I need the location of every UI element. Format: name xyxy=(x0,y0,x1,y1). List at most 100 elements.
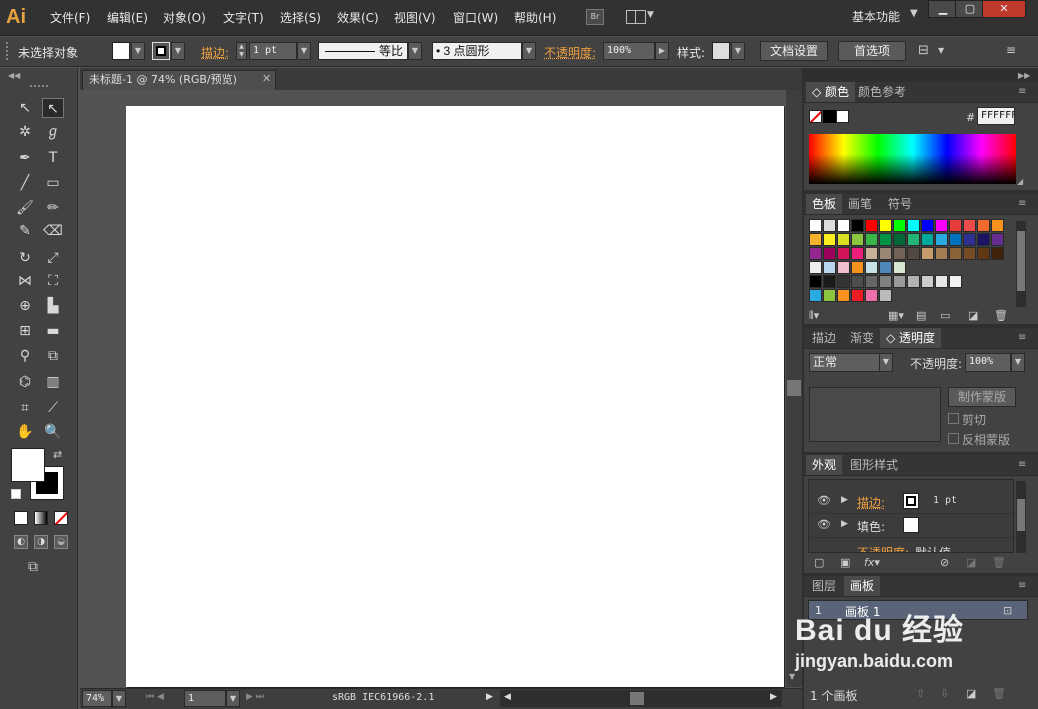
vertical-scrollbar[interactable]: ▼ xyxy=(786,90,802,687)
stroke-profile-dropdown-icon[interactable]: ▼ xyxy=(408,42,422,60)
color-swatch[interactable] xyxy=(823,275,836,288)
tab-artboards[interactable]: 画板 xyxy=(844,576,881,596)
appearance-stroke-swatch[interactable] xyxy=(903,493,919,509)
color-swatch[interactable] xyxy=(823,261,836,274)
tools-grip[interactable] xyxy=(30,85,48,88)
new-color-group-icon[interactable]: ▭ xyxy=(940,309,950,322)
swatch-library-icon[interactable]: ⫴▾ xyxy=(809,309,819,323)
color-swatch[interactable] xyxy=(851,289,864,302)
document-tab[interactable]: 未标题-1 @ 74% (RGB/预览) xyxy=(82,70,276,90)
brush-select[interactable]: • 3 点圆形 xyxy=(432,42,522,60)
artboard-page-dropdown-icon[interactable]: ▼ xyxy=(226,690,240,707)
appearance-panel-menu-icon[interactable]: ≡ xyxy=(1018,459,1026,470)
paintbrush-tool-icon[interactable]: 🖌 xyxy=(14,198,36,218)
swatch-none-icon[interactable] xyxy=(809,219,822,232)
eraser-tool-icon[interactable]: ⌫ xyxy=(42,221,64,241)
stroke-dropdown-icon[interactable]: ▼ xyxy=(171,42,185,60)
fill-color-front[interactable] xyxy=(11,448,45,482)
align-chevron-icon[interactable]: ▼ xyxy=(938,46,944,55)
graphic-style-dropdown-icon[interactable]: ▼ xyxy=(731,42,745,60)
slice-tool-icon[interactable]: ⟋ xyxy=(42,398,64,418)
draw-normal-icon[interactable]: ◐ xyxy=(14,535,28,549)
fill-swatch[interactable] xyxy=(112,42,130,60)
color-swatch[interactable] xyxy=(809,275,822,288)
stroke-link[interactable]: 描边: xyxy=(201,44,229,61)
color-swatch[interactable] xyxy=(907,275,920,288)
draw-behind-icon[interactable]: ◑ xyxy=(34,535,48,549)
color-swatch[interactable] xyxy=(837,261,850,274)
zoom-field[interactable]: 74% xyxy=(82,690,112,707)
color-swatch[interactable] xyxy=(949,233,962,246)
swatch-white-icon[interactable] xyxy=(837,219,850,232)
tab-appearance[interactable]: 外观 xyxy=(806,455,843,475)
width-tool-icon[interactable]: ⋈ xyxy=(14,271,36,291)
scale-tool-icon[interactable]: ⤢ xyxy=(42,248,64,268)
blob-brush-tool-icon[interactable]: ✎ xyxy=(14,221,36,241)
color-swatch[interactable] xyxy=(963,233,976,246)
color-swatch[interactable] xyxy=(823,289,836,302)
color-swatch[interactable] xyxy=(865,233,878,246)
stroke-weight-dropdown-icon[interactable]: ▼ xyxy=(297,42,311,60)
visibility-eye-icon[interactable]: 👁 xyxy=(817,494,831,507)
tab-graphic-styles[interactable]: 图形样式 xyxy=(844,455,904,475)
status-menu-icon[interactable]: ▶ xyxy=(486,692,493,702)
scroll-right-icon[interactable]: ▶ xyxy=(770,692,777,702)
hex-field[interactable]: FFFFFF xyxy=(977,107,1015,125)
opacity-dropdown-icon[interactable]: ▶ xyxy=(655,42,669,60)
color-swatch[interactable] xyxy=(865,219,878,232)
delete-artboard-icon[interactable]: 🗑 xyxy=(992,687,1006,700)
appearance-fill-swatch[interactable] xyxy=(903,517,919,533)
color-swatch[interactable] xyxy=(851,247,864,260)
color-swatch[interactable] xyxy=(949,219,962,232)
color-swatch[interactable] xyxy=(879,247,892,260)
expand-arrow-icon[interactable]: ▶ xyxy=(841,495,848,505)
menu-file[interactable]: 文件(F) xyxy=(50,9,90,26)
blend-mode-select[interactable]: 正常 xyxy=(809,353,881,372)
show-swatch-kinds-icon[interactable]: ▦▾ xyxy=(888,309,904,322)
color-swatch[interactable] xyxy=(991,219,1004,232)
appearance-opacity-link[interactable]: 不透明度: xyxy=(857,544,909,552)
add-stroke-icon[interactable]: ▢ xyxy=(814,556,824,569)
color-swatch[interactable] xyxy=(879,233,892,246)
add-fill-icon[interactable]: ▣ xyxy=(840,556,850,569)
make-mask-button[interactable]: 制作蒙版 xyxy=(948,387,1016,407)
hand-tool-icon[interactable]: ✋ xyxy=(14,422,36,442)
last-artboard-icon[interactable]: ▶ ⏭ xyxy=(246,692,264,702)
color-swatch[interactable] xyxy=(893,233,906,246)
color-swatch[interactable] xyxy=(865,261,878,274)
pencil-tool-icon[interactable]: ✏ xyxy=(42,198,64,218)
color-panel-resize-icon[interactable]: ◢ xyxy=(1017,177,1023,186)
color-swatch[interactable] xyxy=(865,289,878,302)
scroll-left-icon[interactable]: ◀ xyxy=(504,692,511,702)
color-swatch[interactable] xyxy=(991,247,1004,260)
clip-checkbox[interactable] xyxy=(948,413,959,424)
transparency-panel-menu-icon[interactable]: ≡ xyxy=(1018,332,1026,343)
artboard-page-field[interactable]: 1 xyxy=(184,690,226,707)
direct-selection-tool-icon[interactable]: ↖ xyxy=(42,98,64,118)
tab-transparency[interactable]: ◇ 透明度 xyxy=(880,328,942,348)
blend-mode-dropdown-icon[interactable]: ▼ xyxy=(879,353,893,372)
opacity-field[interactable]: 100% xyxy=(603,42,655,60)
color-white-icon[interactable] xyxy=(836,110,849,123)
arrange-chevron-icon[interactable]: ▼ xyxy=(647,10,654,20)
mask-thumbnail[interactable] xyxy=(809,387,941,442)
color-swatch[interactable] xyxy=(879,275,892,288)
tab-color-guide[interactable]: 颜色参考 xyxy=(852,82,912,102)
color-swatch[interactable] xyxy=(991,233,1004,246)
arrange-documents-icon[interactable] xyxy=(626,10,646,24)
swatch-registration-icon[interactable] xyxy=(823,219,836,232)
horizontal-scroll-thumb[interactable] xyxy=(630,692,644,705)
column-graph-tool-icon[interactable]: ▥ xyxy=(42,372,64,392)
color-swatch[interactable] xyxy=(837,289,850,302)
dock-collapse-icon[interactable]: ▶▶ xyxy=(1018,71,1030,80)
color-swatch[interactable] xyxy=(893,275,906,288)
color-swatch[interactable] xyxy=(809,233,822,246)
close-document-icon[interactable]: ✕ xyxy=(262,72,271,85)
stroke-profile-select[interactable]: 等比 xyxy=(318,42,408,60)
tab-stroke[interactable]: 描边 xyxy=(806,328,842,348)
stroke-swatch[interactable] xyxy=(152,42,170,60)
eyedropper-tool-icon[interactable]: ⚲ xyxy=(14,346,36,366)
color-swatch[interactable] xyxy=(921,247,934,260)
color-swatch[interactable] xyxy=(851,233,864,246)
swatches-scrollbar[interactable] xyxy=(1016,221,1026,307)
